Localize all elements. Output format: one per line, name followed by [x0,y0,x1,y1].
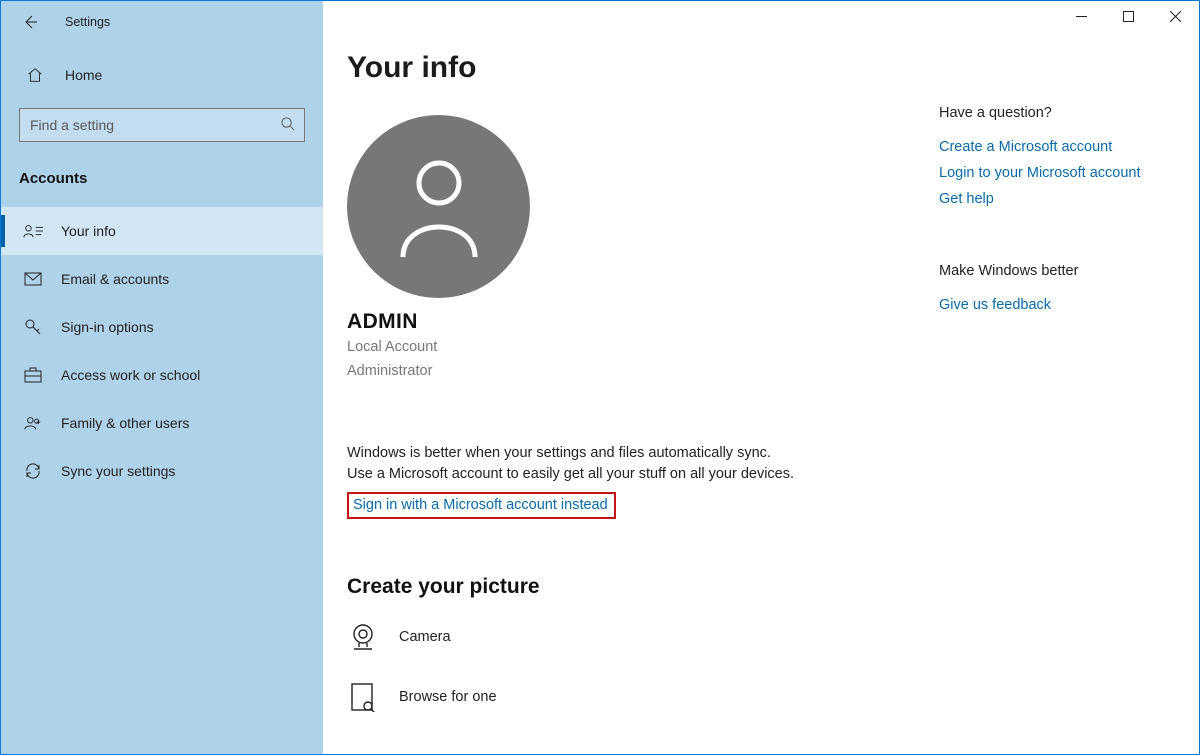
sidebar-home[interactable]: Home [1,57,323,93]
key-icon [23,317,43,337]
page-title: Your info [347,51,919,85]
picture-option-camera[interactable]: Camera [347,615,919,659]
sidebar-item-sync-settings[interactable]: Sync your settings [1,447,323,495]
window-title: Settings [65,15,110,29]
sidebar-item-your-info[interactable]: Your info [1,207,323,255]
person-icon [389,149,489,264]
help-link-login-account[interactable]: Login to your Microsoft account [939,165,1179,181]
sidebar-section-label: Accounts [19,170,323,187]
your-info-icon [23,221,43,241]
window-controls [1058,1,1199,31]
search-input[interactable] [19,108,305,142]
minimize-button[interactable] [1058,1,1105,31]
sync-description: Windows is better when your settings and… [347,443,797,484]
create-picture-heading: Create your picture [347,575,919,599]
sidebar-item-label: Sign-in options [61,319,154,335]
main-area: Your info ADMIN Local Account Administra… [323,1,1199,754]
sync-block: Windows is better when your settings and… [347,443,919,519]
picture-option-label: Camera [399,629,451,645]
sidebar-item-label: Sync your settings [61,463,175,479]
sidebar-item-label: Email & accounts [61,271,169,287]
account-type: Local Account [347,338,919,358]
account-name: ADMIN [347,310,919,334]
home-label: Home [65,67,102,83]
picture-option-browse[interactable]: Browse for one [347,675,919,719]
briefcase-icon [23,365,43,385]
back-button[interactable] [18,10,42,34]
app-root: Settings Home Accounts [1,1,1199,754]
camera-icon [347,621,379,653]
sidebar-item-label: Family & other users [61,415,189,431]
close-button[interactable] [1152,1,1199,31]
maximize-button[interactable] [1105,1,1152,31]
help-column: Have a question? Create a Microsoft acco… [939,1,1199,754]
people-icon [23,413,43,433]
help-feedback-heading: Make Windows better [939,263,1179,279]
sidebar-item-sign-in-options[interactable]: Sign-in options [1,303,323,351]
sidebar: Settings Home Accounts [1,1,323,754]
home-icon [25,65,45,85]
sidebar-item-label: Your info [61,223,116,239]
sidebar-item-family-other-users[interactable]: Family & other users [1,399,323,447]
avatar [347,115,530,298]
sidebar-item-access-work-school[interactable]: Access work or school [1,351,323,399]
help-link-create-account[interactable]: Create a Microsoft account [939,139,1179,155]
search-container [19,108,305,142]
picture-option-label: Browse for one [399,689,497,705]
browse-icon [347,681,379,713]
help-link-get-help[interactable]: Get help [939,191,1179,207]
help-link-feedback[interactable]: Give us feedback [939,297,1179,313]
sidebar-item-email-accounts[interactable]: Email & accounts [1,255,323,303]
sync-icon [23,461,43,481]
help-question-heading: Have a question? [939,105,1179,121]
sidebar-item-label: Access work or school [61,367,200,383]
mail-icon [23,269,43,289]
titlebar: Settings [1,1,323,43]
sign-in-microsoft-link[interactable]: Sign in with a Microsoft account instead [347,492,616,519]
content: Your info ADMIN Local Account Administra… [323,1,939,754]
account-role: Administrator [347,362,919,382]
sidebar-nav: Your info Email & accounts Sign-in optio… [1,207,323,495]
arrow-left-icon [20,12,40,32]
